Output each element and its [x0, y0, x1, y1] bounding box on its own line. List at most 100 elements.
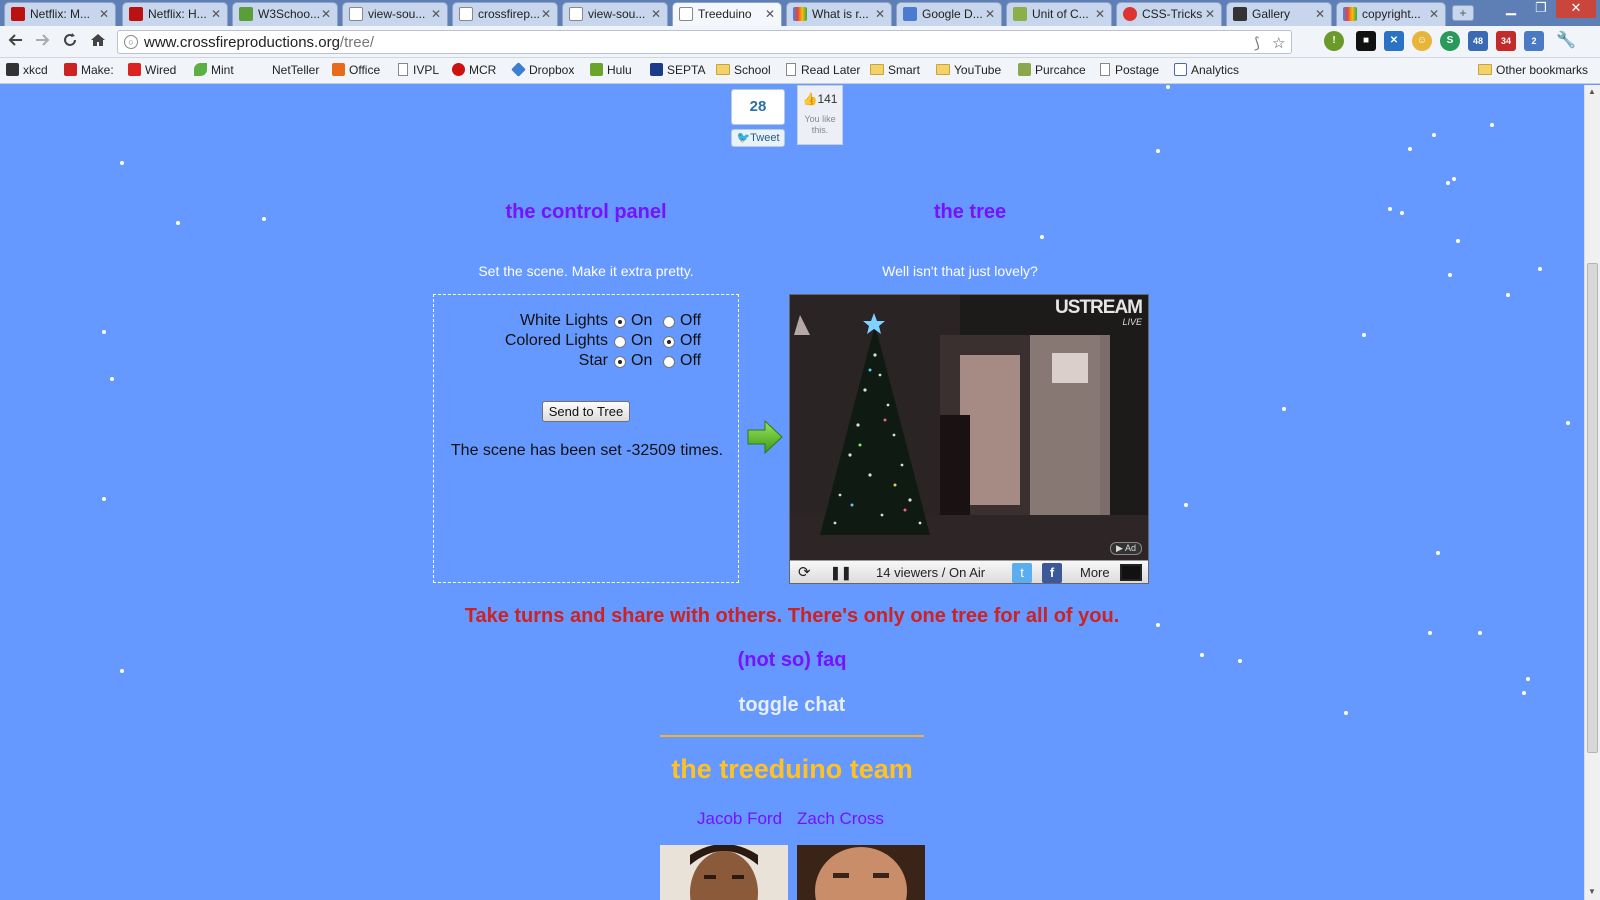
more-button[interactable]: More: [1080, 565, 1110, 580]
close-tab-icon[interactable]: ✕: [875, 7, 885, 21]
close-tab-icon[interactable]: ✕: [985, 7, 995, 21]
reader-icon[interactable]: ⟆: [1254, 34, 1260, 52]
bookmark-analytics[interactable]: Analytics: [1174, 63, 1239, 77]
close-tab-icon[interactable]: ✕: [1205, 7, 1215, 21]
forward-button[interactable]: [32, 32, 52, 52]
scroll-down-icon[interactable]: ▼: [1588, 887, 1596, 896]
star-off-radio[interactable]: [663, 356, 675, 368]
scroll-up-icon[interactable]: ▲: [1588, 87, 1596, 96]
doc-icon: [1013, 7, 1027, 21]
close-tab-icon[interactable]: ✕: [651, 7, 661, 21]
ustream-player[interactable]: USTREAM LIVE ▶ Ad ⟳ ❚❚ 14 viewers / On A…: [789, 294, 1149, 584]
close-tab-icon[interactable]: ✕: [99, 7, 109, 21]
tab-netflix-1[interactable]: Netflix: M... ✕: [4, 2, 116, 26]
snowflake: [1282, 407, 1286, 411]
home-button[interactable]: [88, 32, 108, 52]
septa-icon: [650, 63, 663, 76]
bookmark-youtube[interactable]: YouTube: [936, 63, 1001, 77]
ad-badge[interactable]: ▶ Ad: [1110, 542, 1142, 555]
scrollbar-thumb[interactable]: [1587, 263, 1598, 753]
back-button[interactable]: [6, 32, 26, 52]
tab-crossfire[interactable]: crossfirep... ✕: [452, 2, 558, 26]
bookmark-hulu[interactable]: Hulu: [590, 63, 632, 77]
maximize-button[interactable]: ❐: [1526, 0, 1556, 18]
reload-button[interactable]: [60, 32, 80, 52]
bookmark-mcr[interactable]: MCR: [452, 63, 496, 77]
fullscreen-icon[interactable]: [1120, 564, 1142, 581]
address-bar[interactable]: ○ www.crossfireproductions.org/tree/ ⟆ ☆: [117, 30, 1292, 54]
bookmark-smart[interactable]: Smart: [870, 63, 920, 77]
bookmark-wired[interactable]: Wired: [128, 63, 176, 77]
close-tab-icon[interactable]: ✕: [1095, 7, 1105, 21]
tab-w3schools[interactable]: W3Schoo... ✕: [232, 2, 338, 26]
page-info-icon[interactable]: ○: [124, 35, 138, 49]
gmail-checker-icon[interactable]: 34: [1496, 31, 1516, 51]
snowflake: [1526, 677, 1530, 681]
bookmark-mint[interactable]: Mint: [194, 63, 234, 77]
colored-lights-off-radio[interactable]: [663, 336, 675, 348]
snowflake: [262, 217, 266, 221]
bookmark-ivpl[interactable]: IVPL: [398, 63, 439, 77]
bookmark-septa[interactable]: SEPTA: [650, 63, 705, 77]
vertical-scrollbar[interactable]: ▲ ▼: [1584, 85, 1600, 900]
twitter-share-icon[interactable]: t: [1012, 563, 1032, 583]
tab-copyright[interactable]: copyright... ✕: [1336, 2, 1446, 26]
extension-calendar-icon[interactable]: 48: [1468, 31, 1488, 51]
snowflake: [1448, 273, 1452, 277]
facebook-share-icon[interactable]: f: [1042, 563, 1062, 583]
pause-icon[interactable]: ❚❚: [830, 565, 852, 581]
member-zach-cross[interactable]: Zach Cross: [797, 809, 884, 829]
bookmark-dropbox[interactable]: Dropbox: [511, 62, 574, 77]
white-lights-off-radio[interactable]: [663, 316, 675, 328]
like-widget[interactable]: 👍141 You like this.: [797, 85, 843, 145]
bookmark-read-later[interactable]: Read Later: [786, 63, 860, 77]
close-tab-icon[interactable]: ✕: [541, 7, 551, 21]
snowflake: [1428, 631, 1432, 635]
reload-stream-icon[interactable]: ⟳: [798, 563, 811, 581]
bookmark-postage[interactable]: Postage: [1100, 63, 1159, 77]
twitter-bird-icon: 🐦: [736, 132, 751, 144]
tab-netflix-2[interactable]: Netflix: H... ✕: [122, 2, 228, 26]
bookmark-star-icon[interactable]: ☆: [1272, 34, 1285, 52]
minimize-button[interactable]: ▁: [1496, 0, 1526, 18]
close-tab-icon[interactable]: ✕: [1315, 7, 1325, 21]
bookmark-xkcd[interactable]: xkcd: [6, 63, 48, 77]
close-tab-icon[interactable]: ✕: [765, 7, 775, 21]
tab-what-is[interactable]: What is r... ✕: [786, 2, 892, 26]
extension-alert-icon[interactable]: !: [1324, 31, 1344, 51]
google-docs-icon: [903, 7, 917, 21]
tab-view-source-2[interactable]: view-sou... ✕: [562, 2, 668, 26]
close-tab-icon[interactable]: ✕: [321, 7, 331, 21]
other-bookmarks[interactable]: Other bookmarks: [1478, 63, 1588, 77]
tab-unit-of[interactable]: Unit of C... ✕: [1006, 2, 1112, 26]
white-lights-on-radio[interactable]: [614, 316, 626, 328]
extension-badge-icon[interactable]: 2: [1524, 31, 1544, 51]
close-tab-icon[interactable]: ✕: [211, 7, 221, 21]
star-on-radio[interactable]: [614, 356, 626, 368]
wrench-menu-icon[interactable]: 🔧: [1556, 31, 1576, 51]
tweet-button[interactable]: 🐦Tweet: [731, 129, 785, 147]
bookmark-purchase[interactable]: Purcahce: [1018, 63, 1086, 77]
tab-css-tricks[interactable]: CSS-Tricks ✕: [1116, 2, 1222, 26]
member-jacob-ford[interactable]: Jacob Ford: [697, 809, 782, 829]
bookmark-school[interactable]: School: [716, 63, 771, 77]
tab-treeduino[interactable]: Treeduino ✕: [672, 2, 782, 27]
bookmark-make[interactable]: Make:: [64, 63, 114, 77]
close-window-button[interactable]: ✕: [1556, 0, 1596, 18]
colored-lights-on-radio[interactable]: [614, 336, 626, 348]
tab-view-source-1[interactable]: view-sou... ✕: [342, 2, 448, 26]
tab-google-docs[interactable]: Google D... ✕: [896, 2, 1002, 26]
bookmark-netteller[interactable]: NetTeller: [272, 63, 319, 77]
close-tab-icon[interactable]: ✕: [431, 7, 441, 21]
send-to-tree-button[interactable]: Send to Tree: [542, 401, 630, 422]
new-tab-button[interactable]: +: [1452, 5, 1474, 21]
tweet-count[interactable]: 28: [731, 89, 785, 125]
extension-square-icon[interactable]: ■: [1356, 31, 1376, 51]
tab-gallery[interactable]: Gallery ✕: [1226, 2, 1332, 26]
bookmark-office[interactable]: Office: [332, 63, 380, 77]
extension-x-icon[interactable]: ✕: [1384, 31, 1404, 51]
extension-face-icon[interactable]: ☺: [1412, 31, 1432, 51]
extension-stumble-icon[interactable]: S: [1440, 31, 1460, 51]
folder-icon: [870, 64, 884, 75]
close-tab-icon[interactable]: ✕: [1429, 7, 1439, 21]
